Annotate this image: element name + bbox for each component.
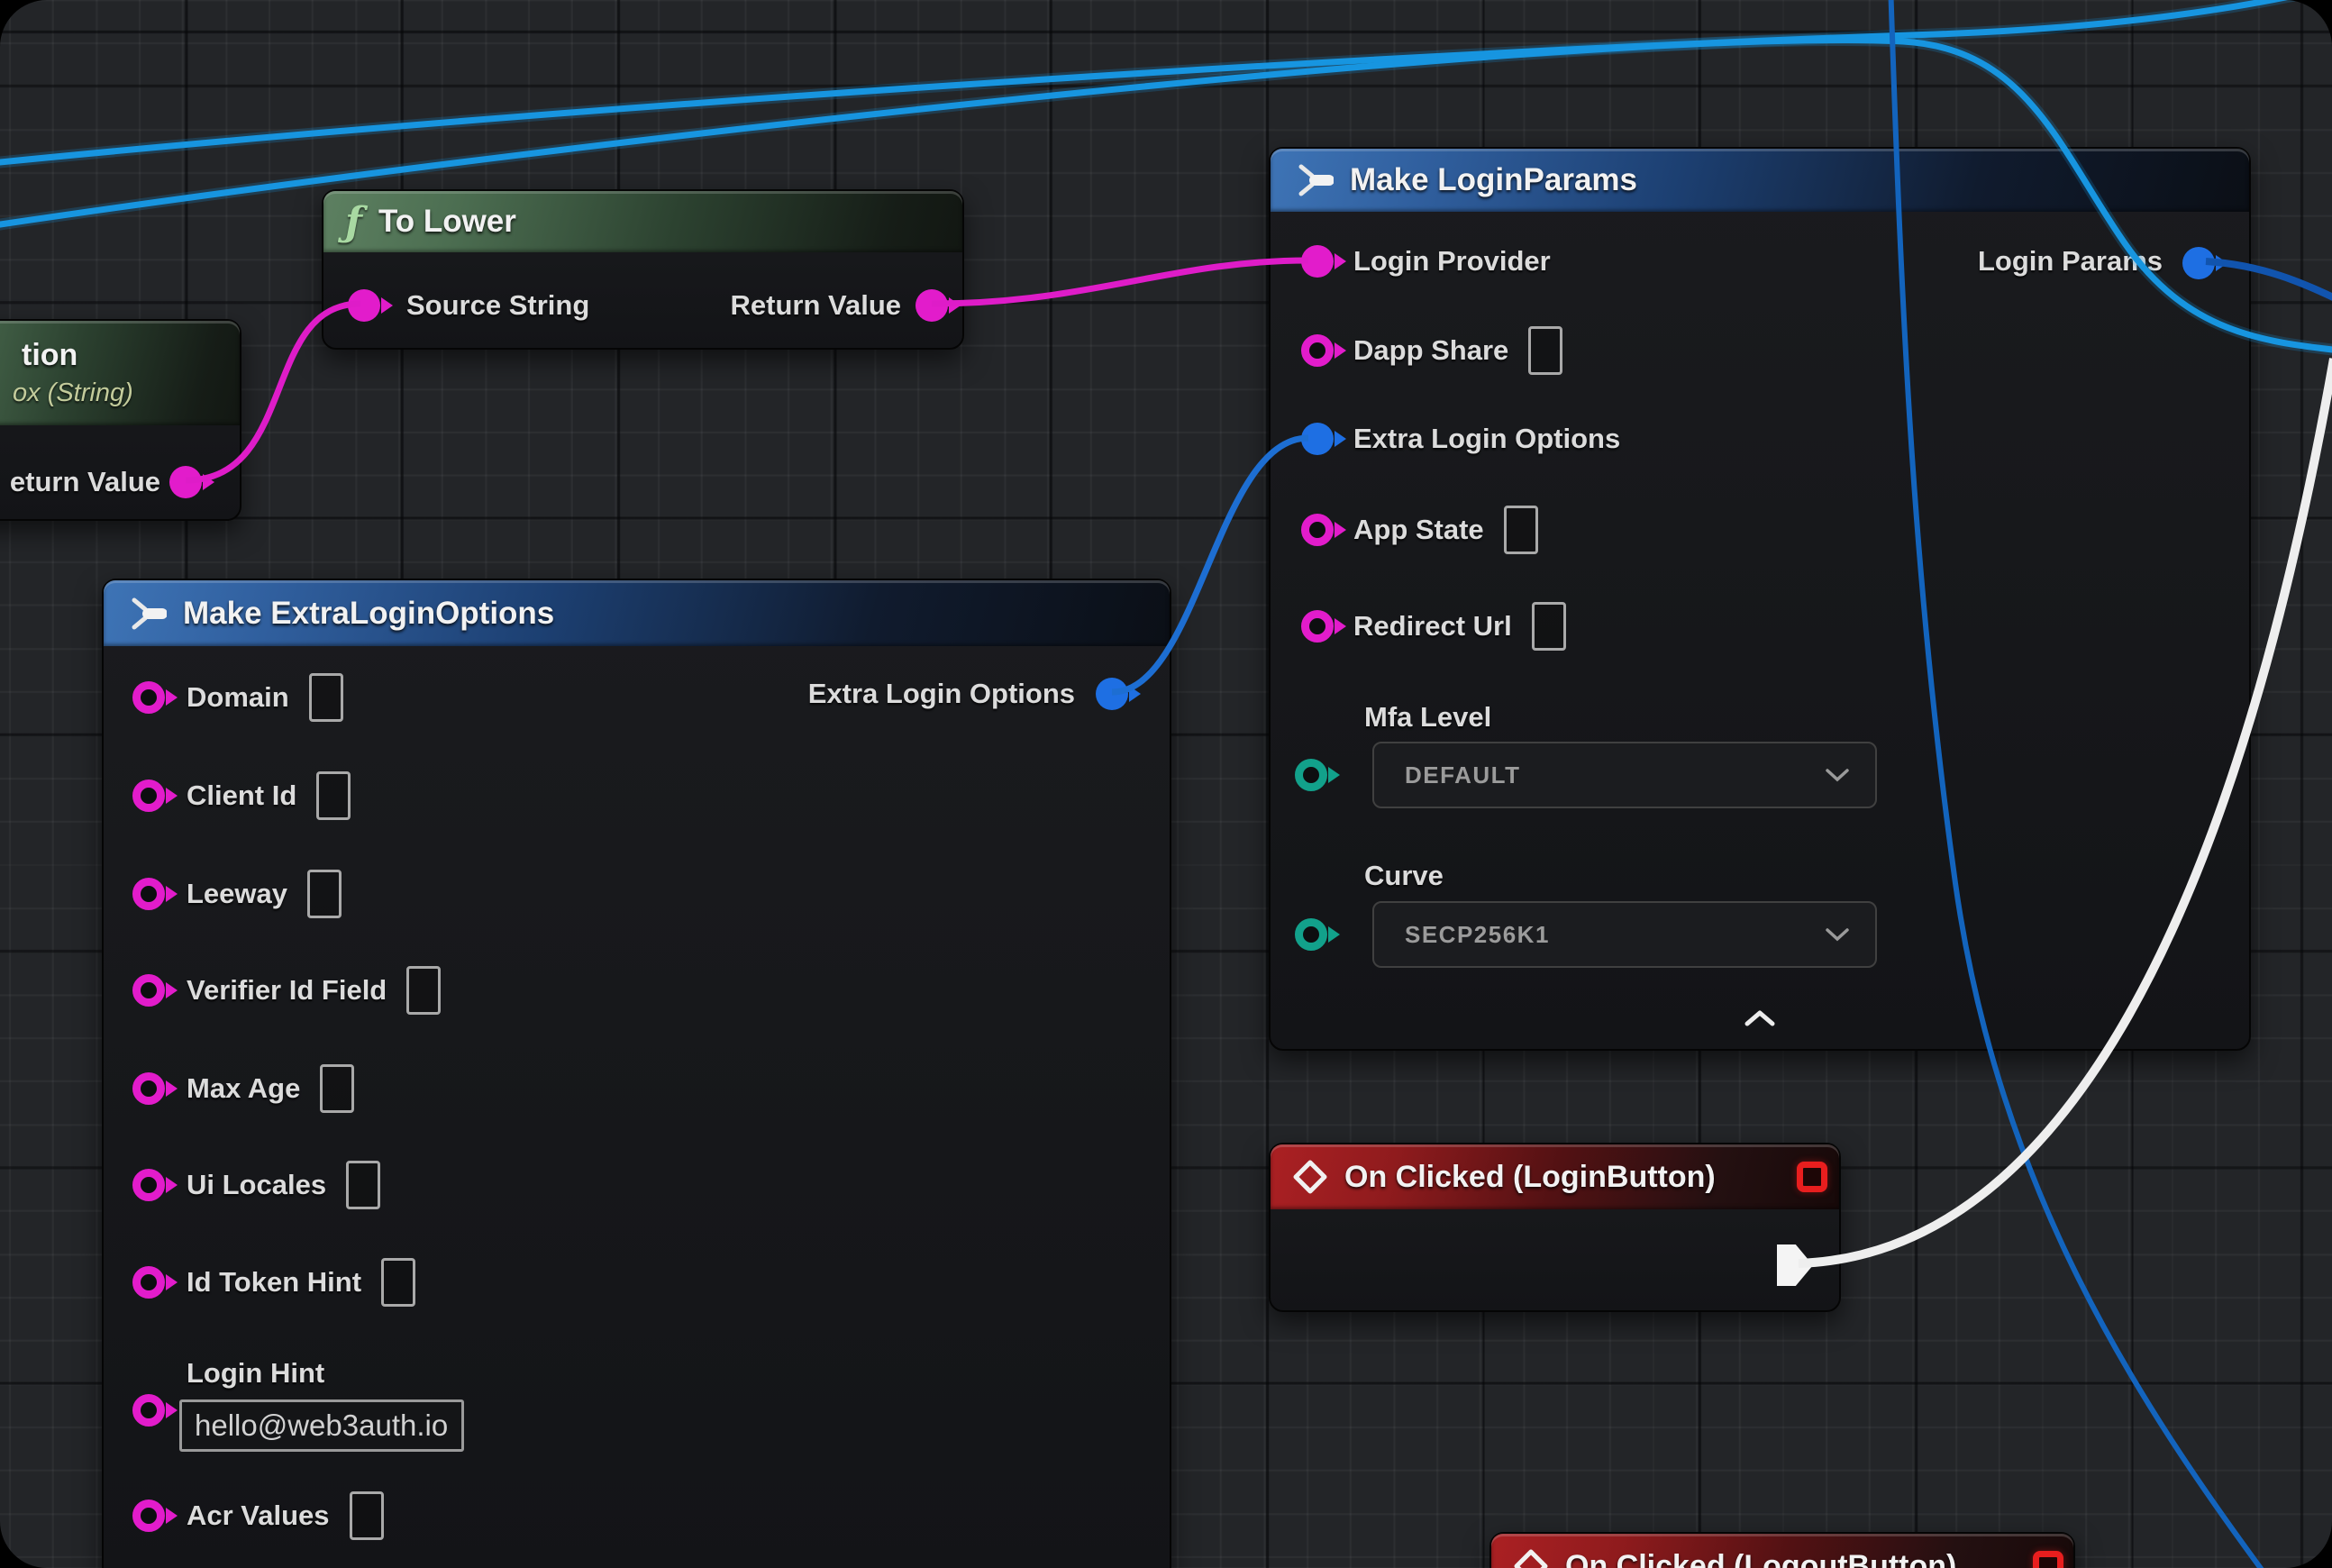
pin-label-source-string: Source String bbox=[406, 289, 589, 322]
event-diamond-icon bbox=[1513, 1548, 1549, 1568]
pin-verifier-id-field-input[interactable] bbox=[132, 974, 165, 1007]
pin-max-age-input[interactable] bbox=[132, 1072, 165, 1105]
bound-widget-badge bbox=[1797, 1162, 1827, 1192]
curve-dropdown[interactable]: SECP256K1 bbox=[1372, 901, 1877, 968]
pin-dapp-share-input[interactable] bbox=[1301, 334, 1334, 367]
acr-values-checkbox[interactable] bbox=[350, 1491, 384, 1540]
pin-label-domain: Domain bbox=[187, 681, 289, 714]
node-make-extra-login-options[interactable]: Make ExtraLoginOptions Extra Login Optio… bbox=[102, 579, 1171, 1568]
pin-label-login-params-out: Login Params bbox=[1978, 245, 2163, 278]
node-to-lower[interactable]: ƒ To Lower Source String Return Value bbox=[322, 189, 964, 350]
node-title: To Lower bbox=[378, 204, 516, 240]
node-on-clicked-logout-button[interactable]: On Clicked (LogoutButton) bbox=[1489, 1532, 2075, 1568]
pin-app-state-input[interactable] bbox=[1301, 514, 1334, 546]
pin-login-hint-input[interactable] bbox=[132, 1394, 165, 1427]
pin-login-provider-input[interactable] bbox=[1301, 245, 1334, 278]
mfa-level-dropdown[interactable]: DEFAULT bbox=[1372, 742, 1877, 808]
pin-label-login-hint: Login Hint bbox=[187, 1357, 324, 1390]
chevron-down-icon bbox=[1825, 768, 1850, 782]
leeway-checkbox[interactable] bbox=[307, 870, 342, 918]
pin-acr-values-input[interactable] bbox=[132, 1500, 165, 1532]
pin-return-value-output[interactable] bbox=[169, 466, 202, 498]
graph-canvas[interactable]: tion ox (String) eturn Value ƒ To Lower … bbox=[0, 0, 2332, 1568]
chevron-up-icon bbox=[1744, 1009, 1776, 1027]
pin-label-leeway: Leeway bbox=[187, 878, 287, 910]
domain-checkbox[interactable] bbox=[309, 673, 343, 722]
pin-label-return-value: Return Value bbox=[731, 289, 902, 322]
pin-redirect-url-input[interactable] bbox=[1301, 610, 1334, 643]
exec-output-pin[interactable] bbox=[1777, 1244, 1813, 1286]
node-header[interactable]: ƒ To Lower bbox=[323, 191, 962, 252]
node-header[interactable]: On Clicked (LoginButton) bbox=[1271, 1144, 1839, 1209]
node-header[interactable]: tion ox (String) bbox=[0, 321, 240, 425]
app-state-checkbox[interactable] bbox=[1504, 506, 1538, 554]
pin-label-max-age: Max Age bbox=[187, 1072, 300, 1105]
pin-label-dapp-share: Dapp Share bbox=[1353, 334, 1508, 367]
node-title: On Clicked (LogoutButton) bbox=[1565, 1549, 1956, 1568]
make-struct-icon bbox=[125, 593, 167, 634]
blueprint-editor: tion ox (String) eturn Value ƒ To Lower … bbox=[0, 0, 2332, 1568]
chevron-down-icon bbox=[1825, 927, 1850, 942]
function-icon: ƒ bbox=[345, 199, 362, 245]
pin-source-string-input[interactable] bbox=[348, 289, 380, 322]
pin-mfa-level-input[interactable] bbox=[1295, 759, 1327, 791]
pin-label-ui-locales: Ui Locales bbox=[187, 1169, 326, 1201]
mfa-level-value: DEFAULT bbox=[1405, 761, 1520, 789]
make-struct-icon bbox=[1292, 160, 1334, 201]
verifier-id-field-checkbox[interactable] bbox=[406, 966, 441, 1015]
dapp-share-checkbox[interactable] bbox=[1528, 326, 1562, 375]
ui-locales-checkbox[interactable] bbox=[346, 1161, 380, 1209]
node-header[interactable]: On Clicked (LogoutButton) bbox=[1491, 1534, 2073, 1568]
pin-return-value-output[interactable] bbox=[915, 289, 948, 322]
pin-client-id-input[interactable] bbox=[132, 779, 165, 812]
pin-label-extra-login-options: Extra Login Options bbox=[1353, 423, 1620, 455]
pin-label-app-state: App State bbox=[1353, 514, 1484, 546]
pin-label-id-token-hint: Id Token Hint bbox=[187, 1266, 361, 1299]
pin-domain-input[interactable] bbox=[132, 681, 165, 714]
pin-curve-input[interactable] bbox=[1295, 918, 1327, 951]
client-id-checkbox[interactable] bbox=[316, 771, 351, 820]
pin-login-params-output[interactable] bbox=[2182, 247, 2215, 279]
pin-leeway-input[interactable] bbox=[132, 878, 165, 910]
mfa-level-label: Mfa Level bbox=[1364, 701, 1491, 734]
pin-label-verifier-id-field: Verifier Id Field bbox=[187, 974, 387, 1007]
pin-label-return-value: eturn Value bbox=[10, 466, 160, 498]
pin-ui-locales-input[interactable] bbox=[132, 1169, 165, 1201]
pin-extra-login-options-output[interactable] bbox=[1096, 678, 1128, 710]
curve-value: SECP256K1 bbox=[1405, 921, 1550, 949]
wire-blue-top[interactable] bbox=[0, 0, 2307, 164]
node-title: On Clicked (LoginButton) bbox=[1344, 1160, 1716, 1195]
wire-blue-top-glow bbox=[0, 0, 2307, 164]
pin-extra-login-options-input[interactable] bbox=[1301, 423, 1334, 455]
node-make-login-params[interactable]: Make LoginParams Login Provider Dapp Sha… bbox=[1269, 147, 2251, 1051]
pin-id-token-hint-input[interactable] bbox=[132, 1266, 165, 1299]
node-header[interactable]: Make ExtraLoginOptions bbox=[104, 580, 1170, 646]
max-age-checkbox[interactable] bbox=[320, 1064, 354, 1113]
event-diamond-icon bbox=[1292, 1159, 1328, 1195]
bound-widget-badge bbox=[2033, 1551, 2063, 1568]
curve-label: Curve bbox=[1364, 860, 1444, 892]
pin-label-login-provider: Login Provider bbox=[1353, 245, 1551, 278]
redirect-url-checkbox[interactable] bbox=[1532, 602, 1566, 651]
wire-tolower-to-login-provider[interactable] bbox=[932, 260, 1308, 304]
node-on-clicked-login-button[interactable]: On Clicked (LoginButton) bbox=[1269, 1143, 1841, 1312]
node-header[interactable]: Make LoginParams bbox=[1271, 149, 2249, 212]
pin-label-client-id: Client Id bbox=[187, 779, 296, 812]
node-title: Make ExtraLoginOptions bbox=[183, 596, 554, 632]
pin-label-extra-login-options-out: Extra Login Options bbox=[808, 678, 1075, 710]
id-token-hint-checkbox[interactable] bbox=[381, 1258, 415, 1307]
collapse-pins-button[interactable] bbox=[1744, 1009, 1776, 1032]
node-title-fragment: tion bbox=[22, 338, 77, 373]
node-subtitle-fragment: ox (String) bbox=[13, 378, 133, 408]
node-title: Make LoginParams bbox=[1350, 162, 1637, 198]
pin-label-acr-values: Acr Values bbox=[187, 1500, 330, 1532]
login-hint-input[interactable] bbox=[179, 1399, 464, 1452]
node-combo-target-partial[interactable]: tion ox (String) eturn Value bbox=[0, 319, 241, 521]
pin-label-redirect-url: Redirect Url bbox=[1353, 610, 1512, 643]
